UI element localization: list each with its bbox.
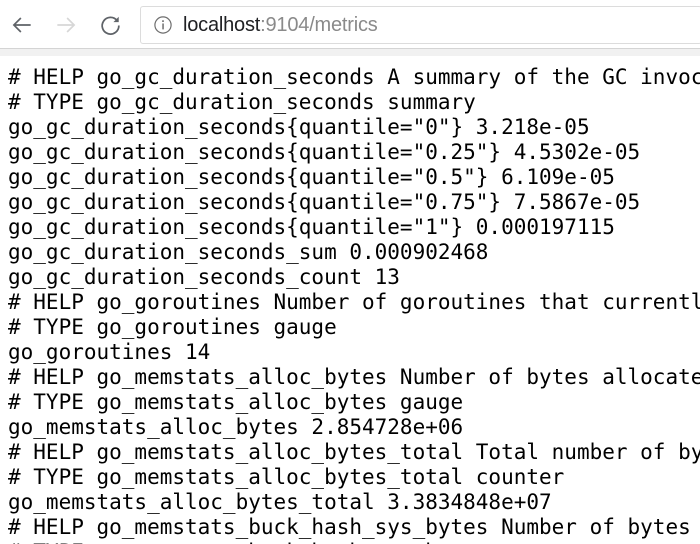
- back-arrow-icon: [9, 12, 35, 38]
- reload-icon: [98, 13, 123, 38]
- navigation-buttons: [0, 0, 132, 50]
- reload-button[interactable]: [88, 3, 132, 47]
- address-bar[interactable]: localhost:9104/metrics: [140, 6, 700, 44]
- back-button[interactable]: [0, 3, 44, 47]
- browser-toolbar: localhost:9104/metrics: [0, 0, 700, 56]
- page-content-area: # HELP go_gc_duration_seconds A summary …: [0, 56, 700, 544]
- url-text: localhost:9104/metrics: [183, 15, 378, 35]
- toolbar-shadow-band: [0, 49, 700, 56]
- metrics-plaintext: # HELP go_gc_duration_seconds A summary …: [8, 65, 700, 544]
- info-circle-icon[interactable]: [153, 15, 173, 35]
- url-path: :9104/metrics: [260, 15, 378, 35]
- forward-arrow-icon: [53, 12, 79, 38]
- forward-button[interactable]: [44, 3, 88, 47]
- url-host: localhost: [183, 15, 261, 35]
